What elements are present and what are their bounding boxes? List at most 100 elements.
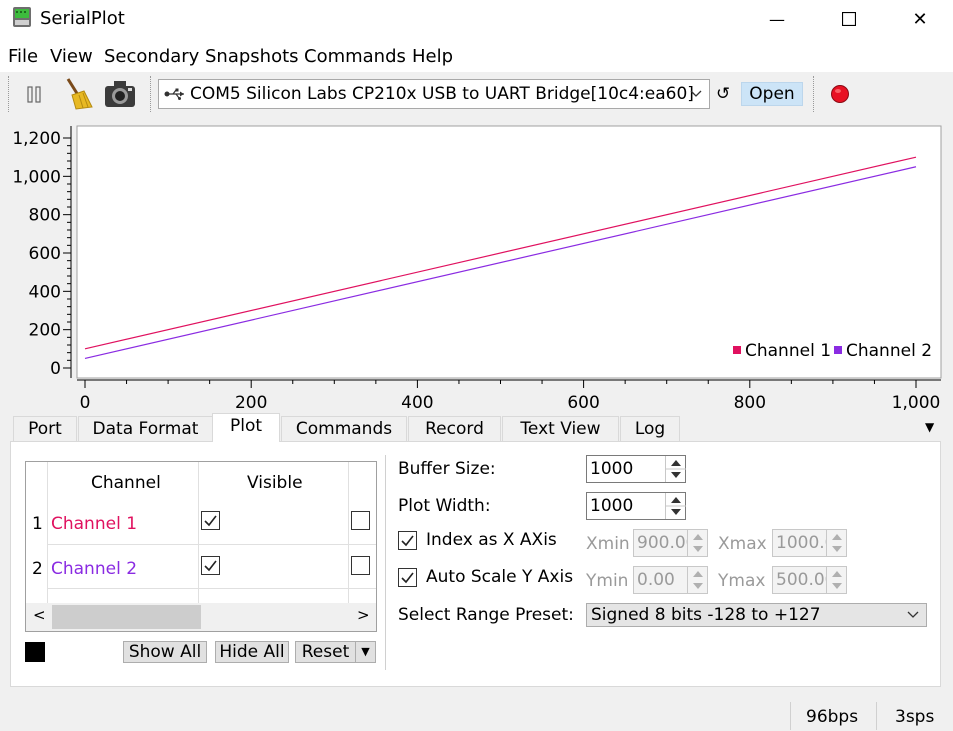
menu-bar: File View Secondary Snapshots Commands H… — [0, 38, 953, 72]
y-tick-label: 600 — [29, 244, 61, 264]
y-tick-label: 200 — [29, 321, 61, 341]
chevron-down-icon — [688, 86, 704, 102]
camera-icon — [105, 81, 135, 107]
menu-secondary[interactable]: Secondary — [104, 46, 199, 67]
column-header-visible: Visible — [247, 473, 303, 493]
menu-commands[interactable]: Commands — [304, 46, 406, 67]
status-sps: 3sps — [895, 707, 935, 727]
y-tick-label: 800 — [29, 206, 61, 226]
menu-help[interactable]: Help — [412, 46, 453, 67]
auto-scale-y-checkbox[interactable] — [398, 568, 417, 587]
show-all-button[interactable]: Show All — [123, 641, 207, 663]
legend-swatch-channel-1 — [733, 346, 741, 354]
scrollbar-thumb[interactable] — [52, 605, 201, 629]
range-preset-value: Signed 8 bits -128 to +127 — [591, 605, 821, 625]
scroll-right-arrow-icon[interactable]: > — [357, 606, 370, 624]
minimize-button[interactable]: — — [742, 0, 812, 38]
channel-1-visible-checkbox[interactable] — [201, 511, 220, 530]
index-as-x-checkbox[interactable] — [398, 531, 417, 550]
channel-2-name[interactable]: Channel 2 — [51, 559, 137, 579]
buffer-size-spinbox[interactable]: 1000 — [586, 455, 686, 483]
spin-arrows-icon — [826, 567, 846, 593]
serialplot-app-icon — [12, 6, 32, 28]
ymin-spinbox: 0.00 — [633, 566, 708, 594]
xmin-label: Xmin — [586, 534, 630, 554]
tab-data-format[interactable]: Data Format — [78, 416, 213, 441]
column-header-channel: Channel — [91, 473, 161, 493]
reset-button[interactable]: Reset — [295, 641, 355, 663]
spin-arrows-icon[interactable] — [665, 493, 686, 519]
spin-arrows-icon — [687, 530, 707, 556]
window-title: SerialPlot — [40, 8, 125, 29]
table-gridline — [47, 544, 376, 545]
pause-button[interactable] — [24, 84, 46, 106]
maximize-button[interactable] — [814, 0, 884, 38]
toolbar-separator — [150, 76, 151, 112]
checkmark-icon — [401, 572, 414, 584]
row-index: 2 — [32, 559, 43, 579]
auto-scale-y-label: Auto Scale Y Axis — [426, 567, 574, 587]
tab-plot[interactable]: Plot — [212, 413, 280, 442]
plot-width-value: 1000 — [590, 496, 634, 516]
row-index: 1 — [32, 514, 43, 534]
pause-icon — [27, 86, 41, 103]
record-button[interactable] — [830, 84, 850, 104]
table-gridline — [348, 462, 349, 604]
menu-file[interactable]: File — [8, 46, 38, 67]
scroll-left-arrow-icon[interactable]: < — [33, 606, 46, 624]
tab-record[interactable]: Record — [408, 416, 501, 441]
buffer-size-value: 1000 — [590, 459, 634, 479]
plot-chart[interactable]: 0 200 400 600 800 1,000 1,200 0 200 400 600 800 1,00… — [0, 118, 953, 414]
tab-log[interactable]: Log — [620, 416, 680, 441]
status-separator — [876, 702, 877, 730]
legend-label-channel-2: Channel 2 — [846, 341, 932, 361]
x-tick-label: 0 — [80, 393, 91, 413]
tab-commands[interactable]: Commands — [281, 416, 407, 441]
chevron-down-icon[interactable] — [905, 607, 921, 623]
close-button[interactable]: ✕ — [885, 0, 953, 38]
refresh-ports-icon[interactable]: ↺ — [716, 84, 730, 104]
buffer-size-label: Buffer Size: — [398, 459, 496, 479]
y-tick-label: 400 — [29, 282, 61, 302]
table-gridline — [198, 462, 199, 604]
toolbar-separator — [813, 76, 814, 112]
ymin-label: Ymin — [586, 571, 629, 591]
snapshot-button[interactable] — [103, 78, 137, 110]
spin-arrows-icon — [826, 530, 846, 556]
channel-1-name[interactable]: Channel 1 — [51, 514, 137, 534]
status-separator — [790, 702, 791, 730]
panel-divider — [385, 455, 386, 670]
x-tick-label: 200 — [235, 393, 267, 413]
y-tick-label: 0 — [50, 359, 61, 379]
reset-menu-arrow-icon[interactable]: ▼ — [355, 641, 376, 663]
menu-snapshots[interactable]: Snapshots — [205, 46, 299, 67]
x-tick-label: 600 — [567, 393, 599, 413]
xmax-spinbox: 1000.00 — [772, 529, 847, 557]
tab-overflow-arrow-icon[interactable]: ▼ — [925, 420, 934, 434]
x-tick-label: 400 — [401, 393, 433, 413]
clear-button[interactable] — [62, 77, 94, 111]
broom-icon — [66, 78, 93, 110]
xmax-label: Xmax — [718, 534, 767, 554]
checkmark-icon — [204, 515, 217, 527]
channel-1-extra-checkbox[interactable] — [351, 511, 370, 530]
open-port-button[interactable]: Open — [741, 82, 803, 106]
table-gridline — [47, 588, 376, 589]
spin-arrows-icon[interactable] — [665, 456, 686, 482]
plot-width-spinbox[interactable]: 1000 — [586, 492, 686, 520]
checkmark-icon — [204, 560, 217, 572]
index-as-x-label: Index as X AXis — [426, 530, 557, 550]
toolbar-separator — [8, 76, 9, 112]
ymax-label: Ymax — [718, 571, 766, 591]
plot-width-label: Plot Width: — [398, 496, 491, 516]
menu-view[interactable]: View — [50, 46, 93, 67]
channel-color-swatch[interactable] — [25, 642, 45, 662]
y-tick-label: 1,200 — [12, 129, 61, 149]
x-tick-label: 800 — [734, 393, 766, 413]
tab-port[interactable]: Port — [13, 416, 77, 441]
channel-2-extra-checkbox[interactable] — [351, 556, 370, 575]
channel-2-visible-checkbox[interactable] — [201, 556, 220, 575]
tab-text-view[interactable]: Text View — [502, 416, 619, 441]
hide-all-button[interactable]: Hide All — [215, 641, 289, 663]
y-tick-label: 1,000 — [12, 167, 61, 187]
